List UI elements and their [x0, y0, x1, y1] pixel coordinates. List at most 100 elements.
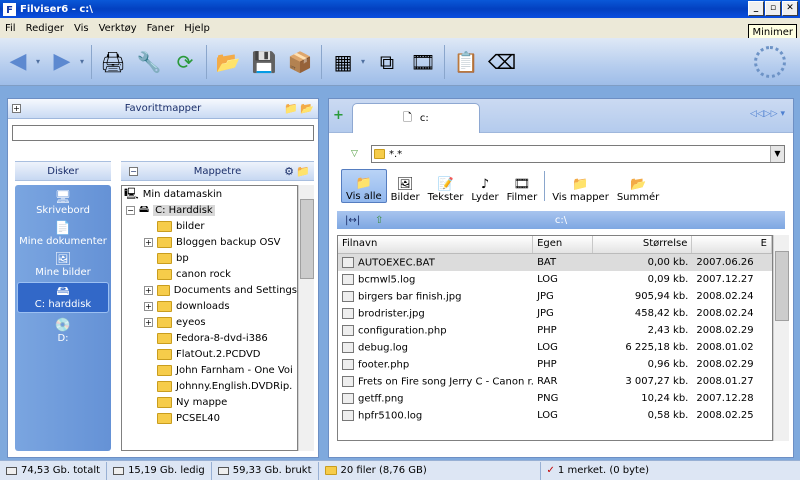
tab-scroll-arrows-icon[interactable]: ◁◁▷▷ ▾	[750, 109, 785, 119]
tree-node-label: John Farnham - One Voi	[176, 364, 293, 376]
file-row[interactable]: getff.png PNG 10,24 kb. 2007.12.28	[338, 390, 772, 407]
close-button[interactable]: ✕	[782, 1, 798, 16]
menu-rediger[interactable]: Rediger	[21, 23, 69, 34]
tools-icon[interactable]: 🔧	[134, 47, 164, 77]
tree-expander[interactable]: +	[144, 285, 153, 295]
file-row[interactable]: hpfr5100.log LOG 0,58 kb. 2008.02.25	[338, 407, 772, 424]
columns-toggle-icon[interactable]: |↔|	[345, 215, 360, 226]
add-favorite-icon[interactable]: 📁	[284, 102, 298, 115]
move-to-folder-icon[interactable]: 📂	[213, 47, 243, 77]
collapse-tree-button[interactable]: −	[129, 166, 138, 176]
disk-item-d[interactable]: 💿 D:	[15, 319, 111, 345]
minimize-button[interactable]: _	[748, 1, 764, 16]
tree-scrollbar[interactable]	[298, 185, 314, 451]
manage-favorites-icon[interactable]: 📂	[300, 102, 314, 115]
disk-item-c-harddisk[interactable]: 🖴 C: harddisk	[17, 282, 109, 313]
tree-expander[interactable]: +	[144, 237, 153, 247]
file-row[interactable]: debug.log LOG 6 225,18 kb. 2008.01.02	[338, 339, 772, 356]
file-size: 458,42 kb.	[634, 308, 689, 319]
tree-node-folder[interactable]: + eyeos	[122, 314, 297, 330]
tree-node-folder[interactable]: + Bloggen backup OSV	[122, 234, 297, 250]
file-row[interactable]: AUTOEXEC.BAT BAT 0,00 kb. 2007.06.26	[338, 254, 772, 271]
tree-node-folder[interactable]: Fedora-8-dvd-i386	[122, 330, 297, 346]
file-name-text: bcmwl5.log	[358, 274, 416, 286]
file-name-text: brodrister.jpg	[358, 308, 425, 320]
view-dropdown-icon[interactable]: ▾	[361, 57, 365, 66]
tree-node-my-computer[interactable]: 🖳 Min datamaskin	[122, 186, 297, 202]
favorites-field[interactable]	[12, 125, 314, 141]
tree-node-folder[interactable]: Johnny.English.DVDRip.	[122, 378, 297, 394]
print-icon[interactable]: 🖨	[98, 47, 128, 77]
view-sounds-button[interactable]: ♪ Lyder	[467, 169, 502, 204]
tree-node-folder[interactable]: Ny mappe	[122, 394, 297, 410]
file-icon	[342, 256, 354, 268]
tab-c[interactable]: 🗋 c:	[352, 103, 480, 133]
tree-node-c-harddisk[interactable]: − 🖴 C: Harddisk	[122, 202, 297, 218]
tree-node-folder[interactable]: PCSEL40	[122, 410, 297, 426]
view-texts-button[interactable]: 📝 Tekster	[424, 169, 468, 204]
tree-node-folder[interactable]: + Documents and Settings	[122, 282, 297, 298]
menu-faner[interactable]: Faner	[142, 23, 180, 34]
column-header-type[interactable]: Egen	[533, 236, 593, 253]
column-header-date[interactable]: E	[692, 236, 772, 253]
file-type: PHP	[537, 359, 557, 370]
tree-node-folder[interactable]: canon rock	[122, 266, 297, 282]
column-header-size[interactable]: Størrelse	[593, 236, 693, 253]
summarize-icon: 📂	[629, 177, 647, 192]
file-row[interactable]: birgers bar finish.jpg JPG 905,94 kb. 2008.…	[338, 288, 772, 305]
tree-expander[interactable]: +	[144, 317, 153, 327]
menu-hjelp[interactable]: Hjelp	[179, 23, 215, 34]
package-icon[interactable]: 📦	[285, 47, 315, 77]
file-row[interactable]: bcmwl5.log LOG 0,09 kb. 2007.12.27	[338, 271, 772, 288]
file-row[interactable]: configuration.php PHP 2,43 kb. 2008.02.29	[338, 322, 772, 339]
refresh-icon[interactable]: ⟳	[170, 47, 200, 77]
filter-dropdown-button[interactable]: ▼	[770, 146, 784, 162]
up-folder-icon[interactable]: ⇧	[375, 215, 383, 226]
save-jpg-icon[interactable]: 💾	[249, 47, 279, 77]
file-row[interactable]: Frets on Fire song Jerry C - Canon r... R…	[338, 373, 772, 390]
properties-icon[interactable]: 📋	[451, 47, 481, 77]
disk-item-desktop[interactable]: 🖥 Skrivebord	[15, 191, 111, 217]
tree-node-folder[interactable]: FlatOut.2.PCDVD	[122, 346, 297, 362]
tree-node-folder[interactable]: + downloads	[122, 298, 297, 314]
film-icon[interactable]: 🎞	[408, 47, 438, 77]
summarize-button[interactable]: 📂 Summér	[613, 169, 663, 204]
tree-options-icon[interactable]: ⚙	[284, 165, 294, 178]
show-folders-button[interactable]: 📁 Vis mapper	[548, 169, 613, 204]
tree-node-folder[interactable]: bp	[122, 250, 297, 266]
scrollbar-thumb[interactable]	[300, 199, 314, 279]
menu-fil[interactable]: Fil	[0, 23, 21, 34]
file-row[interactable]: footer.php PHP 0,96 kb. 2008.02.29	[338, 356, 772, 373]
file-size: 6 225,18 kb.	[625, 342, 689, 353]
new-tab-icon[interactable]: +	[333, 108, 344, 123]
maximize-button[interactable]: ▫	[765, 1, 781, 16]
view-images-button[interactable]: 🖼 Bilder	[387, 169, 424, 204]
menu-vis[interactable]: Vis	[69, 23, 94, 34]
back-arrow-icon[interactable]: ◀	[3, 47, 33, 77]
view-mode-icon[interactable]: ▦	[328, 47, 358, 77]
view-movies-button[interactable]: 🎞 Filmer	[503, 169, 542, 204]
menu-verktoy[interactable]: Verktøy	[94, 23, 142, 34]
filter-expand-icon[interactable]: ▽	[351, 149, 358, 159]
tree-node-folder[interactable]: bilder	[122, 218, 297, 234]
forward-arrow-icon[interactable]: ▶	[47, 47, 77, 77]
file-icon	[342, 341, 354, 353]
copy-icon[interactable]: ⧉	[372, 47, 402, 77]
scrollbar-thumb[interactable]	[775, 251, 789, 321]
tree-title: Mappetre	[193, 165, 242, 177]
forward-dropdown-icon[interactable]: ▾	[80, 57, 84, 66]
disk-item-documents[interactable]: 📄 Mine dokumenter	[15, 222, 111, 248]
new-folder-icon[interactable]: 📁	[296, 165, 310, 178]
back-dropdown-icon[interactable]: ▾	[36, 57, 40, 66]
tree-node-folder[interactable]: John Farnham - One Voi	[122, 362, 297, 378]
file-list-scrollbar[interactable]	[773, 235, 789, 441]
view-all-button[interactable]: 📁 Vis alle	[341, 169, 387, 203]
column-header-name[interactable]: Filnavn	[338, 236, 534, 253]
file-row[interactable]: brodrister.jpg JPG 458,42 kb. 2008.02.24	[338, 305, 772, 322]
tree-expander[interactable]: +	[144, 301, 153, 311]
filter-field[interactable]: *.* ▼	[371, 145, 785, 163]
tree-expander[interactable]: −	[126, 205, 135, 215]
eraser-icon[interactable]: ⌫	[487, 47, 517, 77]
file-name-text: hpfr5100.log	[358, 410, 423, 422]
disk-item-pictures[interactable]: 🖼 Mine bilder	[15, 253, 111, 279]
